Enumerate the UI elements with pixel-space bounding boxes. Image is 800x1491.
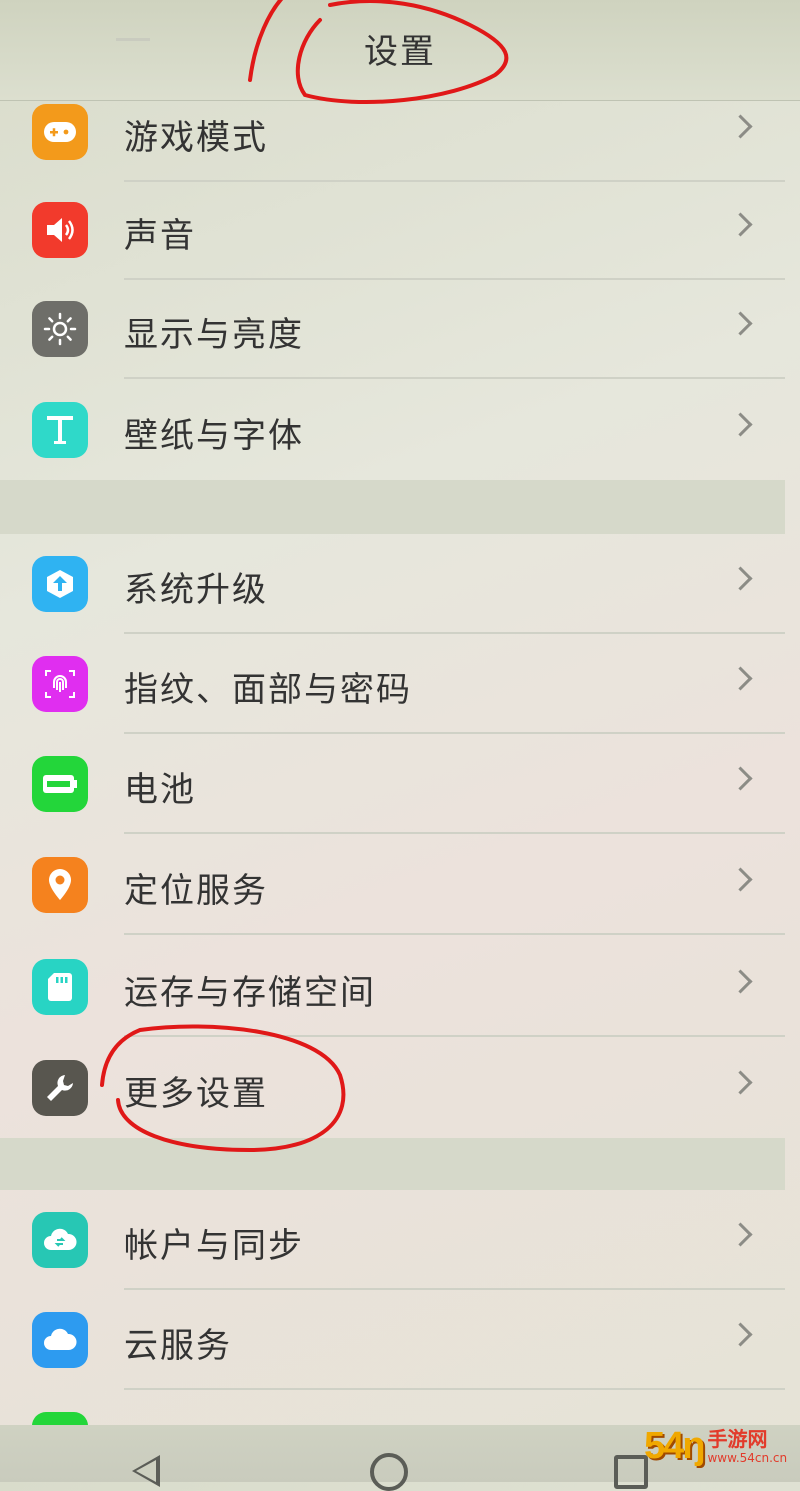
chevron-right-icon	[728, 311, 753, 336]
settings-item-display[interactable]: 显示与亮度	[0, 279, 785, 379]
divider	[124, 1035, 785, 1037]
chevron-right-icon	[728, 566, 753, 591]
chevron-right-icon	[728, 412, 753, 437]
divider	[124, 377, 785, 379]
cloud-icon	[32, 1312, 88, 1368]
cloud-sync-icon	[32, 1212, 88, 1268]
chevron-right-icon	[728, 666, 753, 691]
storage-card-icon	[32, 959, 88, 1015]
settings-item-label: 云服务	[124, 1326, 232, 1366]
settings-item-cloud-service[interactable]: 云服务	[0, 1290, 785, 1390]
settings-item-label: 声音	[124, 216, 196, 256]
settings-item-more-settings[interactable]: 更多设置	[0, 1038, 785, 1138]
settings-item-label: 壁纸与字体	[124, 416, 304, 456]
chevron-right-icon	[728, 1322, 753, 1347]
settings-item-label: 指纹、面部与密码	[124, 670, 412, 710]
settings-item-wallpaper-font[interactable]: 壁纸与字体	[0, 380, 785, 480]
gamepad-icon	[32, 104, 88, 160]
settings-item-label: 帐户与同步	[124, 1226, 304, 1266]
recent-apps-icon[interactable]	[614, 1455, 648, 1489]
upgrade-icon	[32, 556, 88, 612]
watermark-name: 手游网	[707, 1426, 768, 1451]
chevron-right-icon	[728, 766, 753, 791]
speaker-icon	[32, 202, 88, 258]
chevron-right-icon	[728, 1222, 753, 1247]
divider	[124, 933, 785, 935]
settings-item-label: 系统升级	[124, 570, 268, 610]
fingerprint-icon	[32, 656, 88, 712]
settings-item-battery[interactable]: 电池	[0, 734, 785, 834]
settings-item-label: 游戏模式	[124, 118, 268, 158]
site-watermark: 54ŋ 手游网 www.54cn.cn	[644, 1418, 794, 1474]
settings-item-location[interactable]: 定位服务	[0, 835, 785, 935]
watermark-logo: 54ŋ	[644, 1424, 706, 1467]
back-icon[interactable]	[132, 1455, 160, 1487]
section-gap	[0, 1138, 785, 1190]
font-t-icon	[32, 402, 88, 458]
settings-item-system-upgrade[interactable]: 系统升级	[0, 534, 785, 634]
home-icon[interactable]	[370, 1453, 408, 1491]
watermark-url: www.54cn.cn	[707, 1450, 788, 1465]
settings-item-fingerprint-face-password[interactable]: 指纹、面部与密码	[0, 634, 785, 734]
settings-item-label: 运存与存储空间	[124, 973, 376, 1013]
brightness-icon	[32, 301, 88, 357]
settings-item-label: 电池	[124, 770, 196, 810]
settings-item-label: 定位服务	[124, 871, 268, 911]
divider	[124, 832, 785, 834]
settings-item-sound[interactable]: 声音	[0, 180, 785, 280]
chevron-right-icon	[728, 1070, 753, 1095]
section-gap	[0, 480, 785, 534]
settings-item-ram-storage[interactable]: 运存与存储空间	[0, 937, 785, 1037]
app-icon	[32, 1412, 88, 1425]
battery-icon	[32, 756, 88, 812]
location-pin-icon	[32, 857, 88, 913]
settings-item-label: 更多设置	[124, 1074, 268, 1114]
chevron-right-icon	[728, 867, 753, 892]
page-title: 设置	[364, 32, 436, 72]
settings-item-account-sync[interactable]: 帐户与同步	[0, 1190, 785, 1290]
chevron-right-icon	[728, 114, 753, 139]
settings-item-label: 显示与亮度	[124, 315, 304, 355]
settings-item-game-mode[interactable]: 游戏模式	[0, 82, 785, 182]
chevron-right-icon	[728, 212, 753, 237]
wrench-icon	[32, 1060, 88, 1116]
chevron-right-icon	[728, 969, 753, 994]
